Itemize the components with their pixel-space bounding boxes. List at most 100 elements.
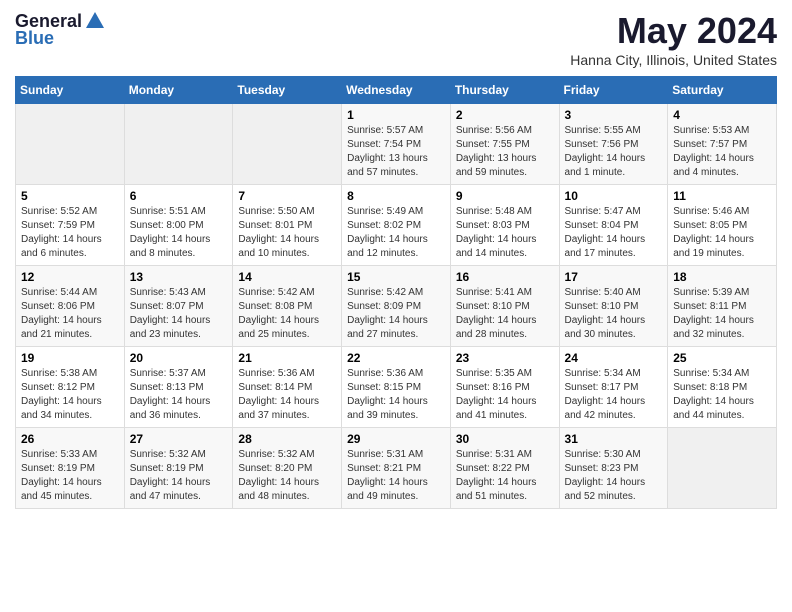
sunrise-text: Sunrise: 5:39 AM (673, 286, 771, 300)
calendar-cell: 10Sunrise: 5:47 AMSunset: 8:04 PMDayligh… (559, 185, 668, 266)
sunset-text: Sunset: 8:11 PM (673, 300, 771, 314)
sunrise-text: Sunrise: 5:30 AM (565, 448, 663, 462)
sunset-text: Sunset: 8:12 PM (21, 381, 119, 395)
sunset-text: Sunset: 8:22 PM (456, 462, 554, 476)
sunset-text: Sunset: 8:20 PM (238, 462, 336, 476)
day-content: Sunrise: 5:43 AMSunset: 8:07 PMDaylight:… (130, 286, 228, 342)
calendar-cell: 22Sunrise: 5:36 AMSunset: 8:15 PMDayligh… (342, 347, 451, 428)
day-number: 6 (130, 189, 228, 203)
day-content: Sunrise: 5:42 AMSunset: 8:09 PMDaylight:… (347, 286, 445, 342)
daylight-text: Daylight: 13 hours and 59 minutes. (456, 152, 554, 180)
sunset-text: Sunset: 8:19 PM (130, 462, 228, 476)
sunrise-text: Sunrise: 5:35 AM (456, 367, 554, 381)
day-number: 19 (21, 351, 119, 365)
daylight-text: Daylight: 14 hours and 41 minutes. (456, 395, 554, 423)
daylight-text: Daylight: 14 hours and 14 minutes. (456, 233, 554, 261)
calendar-cell: 5Sunrise: 5:52 AMSunset: 7:59 PMDaylight… (16, 185, 125, 266)
day-content: Sunrise: 5:57 AMSunset: 7:54 PMDaylight:… (347, 124, 445, 180)
day-number: 23 (456, 351, 554, 365)
calendar-cell: 19Sunrise: 5:38 AMSunset: 8:12 PMDayligh… (16, 347, 125, 428)
day-content: Sunrise: 5:37 AMSunset: 8:13 PMDaylight:… (130, 367, 228, 423)
sunrise-text: Sunrise: 5:46 AM (673, 205, 771, 219)
calendar-cell: 1 Sunrise: 5:57 AMSunset: 7:54 PMDaylight… (342, 104, 451, 185)
day-number: 21 (238, 351, 336, 365)
daylight-text: Daylight: 14 hours and 32 minutes. (673, 314, 771, 342)
daylight-text: Daylight: 14 hours and 36 minutes. (130, 395, 228, 423)
daylight-text: Daylight: 14 hours and 49 minutes. (347, 476, 445, 504)
day-content: Sunrise: 5:56 AMSunset: 7:55 PMDaylight:… (456, 124, 554, 180)
day-content: Sunrise: 5:49 AMSunset: 8:02 PMDaylight:… (347, 205, 445, 261)
day-number: 8 (347, 189, 445, 203)
daylight-text: Daylight: 14 hours and 23 minutes. (130, 314, 228, 342)
daylight-text: Daylight: 14 hours and 19 minutes. (673, 233, 771, 261)
day-content: Sunrise: 5:32 AMSunset: 8:19 PMDaylight:… (130, 448, 228, 504)
logo: General Blue (15, 10, 106, 49)
calendar-cell: 15Sunrise: 5:42 AMSunset: 8:09 PMDayligh… (342, 266, 451, 347)
daylight-text: Daylight: 14 hours and 28 minutes. (456, 314, 554, 342)
day-content: Sunrise: 5:48 AMSunset: 8:03 PMDaylight:… (456, 205, 554, 261)
day-content: Sunrise: 5:51 AMSunset: 8:00 PMDaylight:… (130, 205, 228, 261)
day-number: 4 (673, 108, 771, 122)
day-content: Sunrise: 5:31 AMSunset: 8:21 PMDaylight:… (347, 448, 445, 504)
sunrise-text: Sunrise: 5:37 AM (130, 367, 228, 381)
sunset-text: Sunset: 8:10 PM (565, 300, 663, 314)
daylight-text: Daylight: 14 hours and 45 minutes. (21, 476, 119, 504)
day-number: 1 (347, 108, 445, 122)
sunrise-text: Sunrise: 5:44 AM (21, 286, 119, 300)
day-number: 24 (565, 351, 663, 365)
day-content: Sunrise: 5:35 AMSunset: 8:16 PMDaylight:… (456, 367, 554, 423)
calendar-cell: 8 Sunrise: 5:49 AMSunset: 8:02 PMDaylight… (342, 185, 451, 266)
title-section: May 2024 Hanna City, Illinois, United St… (570, 10, 777, 68)
sunset-text: Sunset: 8:09 PM (347, 300, 445, 314)
sunrise-text: Sunrise: 5:50 AM (238, 205, 336, 219)
day-content: Sunrise: 5:55 AMSunset: 7:56 PMDaylight:… (565, 124, 663, 180)
logo-icon (84, 10, 106, 32)
day-content: Sunrise: 5:41 AMSunset: 8:10 PMDaylight:… (456, 286, 554, 342)
weekday-header-thursday: Thursday (450, 77, 559, 104)
sunset-text: Sunset: 7:59 PM (21, 219, 119, 233)
sunrise-text: Sunrise: 5:34 AM (565, 367, 663, 381)
sunset-text: Sunset: 8:15 PM (347, 381, 445, 395)
calendar-week-row: 26Sunrise: 5:33 AMSunset: 8:19 PMDayligh… (16, 428, 777, 509)
sunrise-text: Sunrise: 5:49 AM (347, 205, 445, 219)
sunset-text: Sunset: 8:02 PM (347, 219, 445, 233)
sunset-text: Sunset: 8:14 PM (238, 381, 336, 395)
page-header: General Blue May 2024 Hanna City, Illino… (15, 10, 777, 68)
calendar-cell: 6 Sunrise: 5:51 AMSunset: 8:00 PMDaylight… (124, 185, 233, 266)
calendar-cell: 12Sunrise: 5:44 AMSunset: 8:06 PMDayligh… (16, 266, 125, 347)
daylight-text: Daylight: 14 hours and 48 minutes. (238, 476, 336, 504)
day-number: 7 (238, 189, 336, 203)
day-number: 20 (130, 351, 228, 365)
sunrise-text: Sunrise: 5:36 AM (238, 367, 336, 381)
daylight-text: Daylight: 14 hours and 27 minutes. (347, 314, 445, 342)
calendar-cell: 17Sunrise: 5:40 AMSunset: 8:10 PMDayligh… (559, 266, 668, 347)
sunrise-text: Sunrise: 5:53 AM (673, 124, 771, 138)
day-number: 29 (347, 432, 445, 446)
sunrise-text: Sunrise: 5:55 AM (565, 124, 663, 138)
sunset-text: Sunset: 8:19 PM (21, 462, 119, 476)
sunrise-text: Sunrise: 5:34 AM (673, 367, 771, 381)
day-content: Sunrise: 5:30 AMSunset: 8:23 PMDaylight:… (565, 448, 663, 504)
daylight-text: Daylight: 13 hours and 57 minutes. (347, 152, 445, 180)
calendar-cell: 21 Sunrise: 5:36 AMSunset: 8:14 PMDayligh… (233, 347, 342, 428)
calendar-week-row: 12Sunrise: 5:44 AMSunset: 8:06 PMDayligh… (16, 266, 777, 347)
daylight-text: Daylight: 14 hours and 37 minutes. (238, 395, 336, 423)
calendar-cell: 14Sunrise: 5:42 AMSunset: 8:08 PMDayligh… (233, 266, 342, 347)
sunset-text: Sunset: 8:01 PM (238, 219, 336, 233)
calendar-cell (668, 428, 777, 509)
calendar-cell: 2Sunrise: 5:56 AMSunset: 7:55 PMDaylight… (450, 104, 559, 185)
calendar-cell: 31Sunrise: 5:30 AMSunset: 8:23 PMDayligh… (559, 428, 668, 509)
daylight-text: Daylight: 14 hours and 8 minutes. (130, 233, 228, 261)
logo-blue-text: Blue (15, 28, 54, 49)
calendar-cell: 11Sunrise: 5:46 AMSunset: 8:05 PMDayligh… (668, 185, 777, 266)
sunset-text: Sunset: 8:07 PM (130, 300, 228, 314)
day-content: Sunrise: 5:39 AMSunset: 8:11 PMDaylight:… (673, 286, 771, 342)
location: Hanna City, Illinois, United States (570, 52, 777, 68)
calendar-cell: 23 Sunrise: 5:35 AMSunset: 8:16 PMDayligh… (450, 347, 559, 428)
sunrise-text: Sunrise: 5:52 AM (21, 205, 119, 219)
day-content: Sunrise: 5:42 AMSunset: 8:08 PMDaylight:… (238, 286, 336, 342)
daylight-text: Daylight: 14 hours and 30 minutes. (565, 314, 663, 342)
day-content: Sunrise: 5:31 AMSunset: 8:22 PMDaylight:… (456, 448, 554, 504)
sunset-text: Sunset: 8:10 PM (456, 300, 554, 314)
day-number: 27 (130, 432, 228, 446)
